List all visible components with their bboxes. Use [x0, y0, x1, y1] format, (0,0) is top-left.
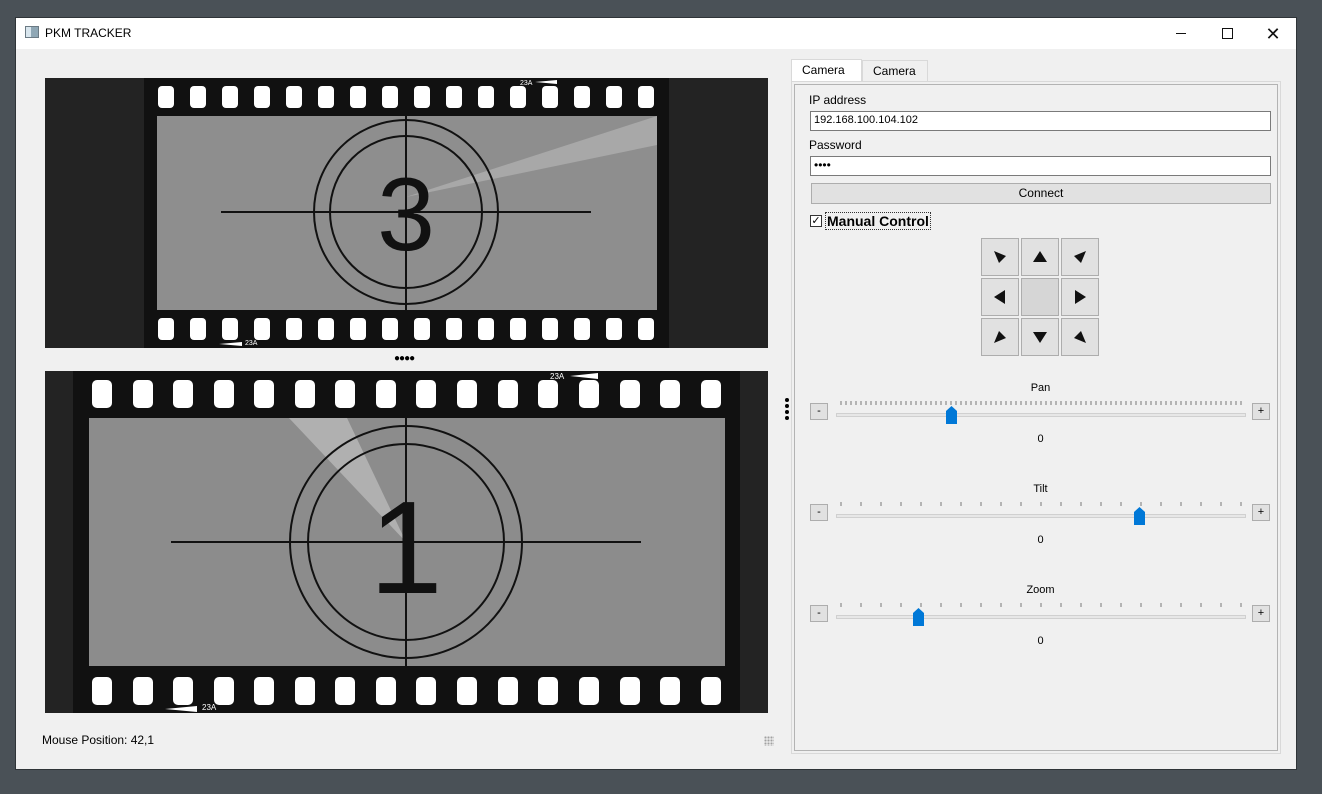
camera-1-video-view[interactable]: 3 23A 23A — [45, 78, 768, 348]
arrow-left-icon — [994, 290, 1005, 304]
countdown-number-2: 1 — [369, 474, 442, 621]
move-down-left-button[interactable] — [981, 318, 1019, 356]
move-up-button[interactable] — [1021, 238, 1059, 276]
frame-code-bottom-2: 23A — [202, 703, 217, 712]
countdown-number: 3 — [377, 157, 435, 273]
minimize-icon — [1176, 33, 1186, 34]
manual-control-checkbox[interactable]: ✓ — [810, 215, 822, 227]
tilt-increase-button[interactable]: + — [1252, 504, 1270, 521]
tilt-slider-group: Tilt - + 0 — [810, 483, 1271, 553]
resize-grip-icon[interactable] — [764, 736, 774, 746]
minimize-button[interactable] — [1158, 18, 1204, 49]
film-countdown-3-image: 3 23A 23A — [45, 78, 768, 348]
arrow-down-left-icon — [994, 331, 1006, 343]
move-left-button[interactable] — [981, 278, 1019, 316]
app-window: PKM TRACKER ✕ 3 23A 23A ●●●● 1 23A 23A M… — [16, 18, 1296, 769]
pan-decrease-button[interactable]: - — [810, 403, 828, 420]
frame-code-top-2: 23A — [550, 372, 565, 381]
move-right-button[interactable] — [1061, 278, 1099, 316]
manual-control-label[interactable]: Manual Control — [825, 212, 931, 230]
arrow-down-icon — [1033, 332, 1047, 343]
tab-camera-2[interactable]: Camera 2 — [862, 60, 928, 99]
tab-camera-1[interactable]: Camera 1 — [791, 59, 862, 98]
move-down-button[interactable] — [1021, 318, 1059, 356]
mouse-position-status: Mouse Position: 42,1 — [42, 733, 155, 747]
arrow-up-icon — [1033, 251, 1047, 262]
pan-increase-button[interactable]: + — [1252, 403, 1270, 420]
arrow-up-left-icon — [994, 251, 1006, 263]
camera-2-video-view[interactable]: 1 23A 23A — [45, 371, 768, 713]
maximize-icon — [1221, 28, 1233, 39]
arrow-right-icon — [1075, 290, 1086, 304]
frame-code-bottom: 23A — [245, 340, 258, 347]
tilt-label: Tilt — [1033, 483, 1048, 495]
zoom-slider-ticks — [840, 603, 1242, 607]
tilt-value: 0 — [1037, 534, 1044, 546]
tilt-slider-ticks — [840, 502, 1242, 506]
pan-slider-handle[interactable] — [945, 406, 957, 424]
zoom-decrease-button[interactable]: - — [810, 605, 828, 622]
move-down-right-button[interactable] — [1061, 318, 1099, 356]
ptz-direction-pad — [981, 238, 1101, 358]
pan-slider-ticks — [840, 401, 1242, 405]
arrow-down-right-icon — [1074, 331, 1086, 343]
close-icon: ✕ — [1265, 23, 1281, 44]
pan-slider-track[interactable] — [836, 413, 1246, 417]
horizontal-splitter-handle[interactable]: ●●●● — [394, 353, 415, 364]
pan-value: 0 — [1037, 433, 1044, 445]
zoom-increase-button[interactable]: + — [1252, 605, 1270, 622]
pan-slider-group: Pan - + 0 — [810, 382, 1271, 452]
frame-code-top: 23A — [520, 80, 533, 87]
password-label: Password — [809, 138, 862, 152]
ip-address-field[interactable]: 192.168.100.104.102 — [810, 111, 1271, 131]
zoom-slider-group: Zoom - + 0 — [810, 584, 1271, 654]
title-bar[interactable]: PKM TRACKER ✕ — [16, 18, 1296, 49]
tilt-decrease-button[interactable]: - — [810, 504, 828, 521]
move-up-left-button[interactable] — [981, 238, 1019, 276]
ip-address-label: IP address — [809, 93, 867, 107]
maximize-button[interactable] — [1204, 18, 1250, 49]
connect-button[interactable]: Connect — [811, 183, 1271, 204]
film-countdown-1-image: 1 23A 23A — [45, 371, 768, 713]
zoom-value: 0 — [1037, 635, 1044, 647]
close-button[interactable]: ✕ — [1250, 18, 1296, 49]
tilt-slider-track[interactable] — [836, 514, 1246, 518]
window-title: PKM TRACKER — [45, 26, 132, 40]
ptz-center-button[interactable] — [1021, 278, 1059, 316]
arrow-up-right-icon — [1074, 251, 1086, 263]
zoom-slider-track[interactable] — [836, 615, 1246, 619]
move-up-right-button[interactable] — [1061, 238, 1099, 276]
camera-settings-panel: IP address 192.168.100.104.102 Password … — [791, 81, 1281, 754]
pan-label: Pan — [1030, 382, 1051, 394]
zoom-slider-handle[interactable] — [913, 608, 924, 626]
password-field[interactable]: •••• — [810, 156, 1271, 176]
tilt-slider-handle[interactable] — [1134, 507, 1146, 525]
zoom-label: Zoom — [1026, 584, 1055, 596]
app-icon — [25, 26, 39, 38]
